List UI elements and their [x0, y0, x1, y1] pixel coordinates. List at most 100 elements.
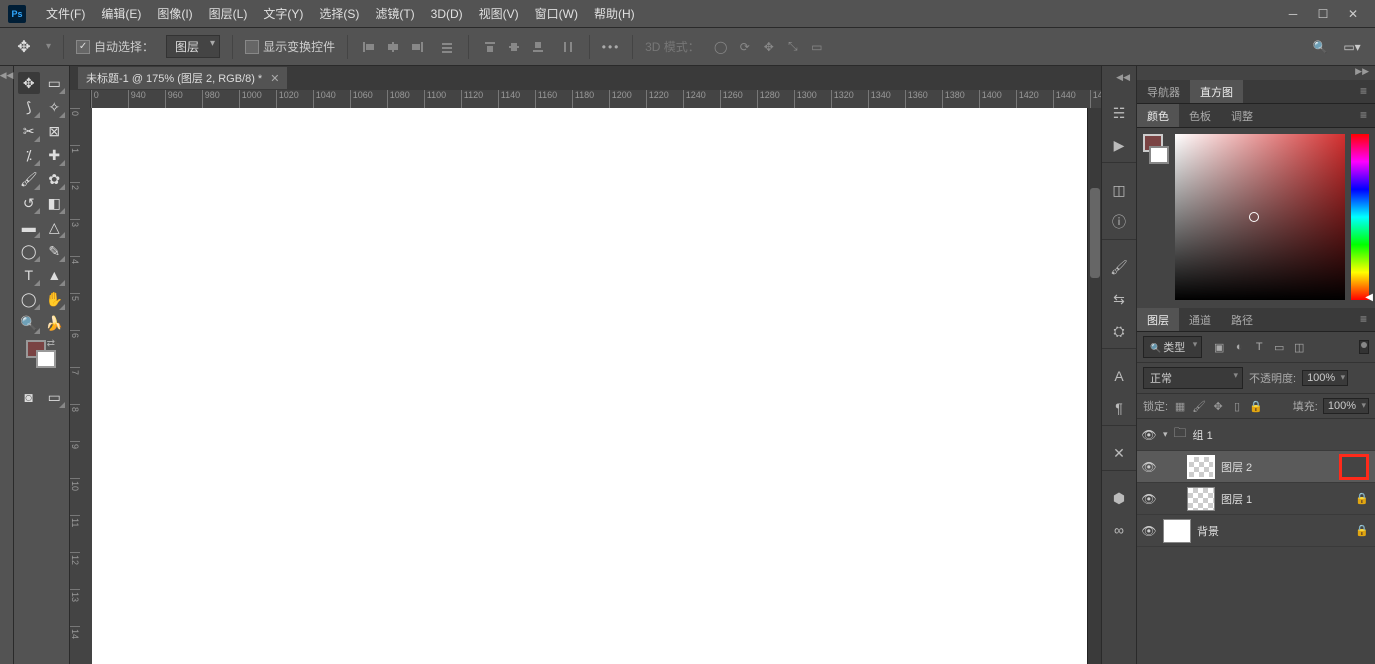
- tab-channels[interactable]: 通道: [1179, 308, 1221, 331]
- path-select-tool[interactable]: ▲: [44, 264, 66, 286]
- filter-pixel-icon[interactable]: ▣: [1212, 340, 1226, 354]
- color-bg-swatch[interactable]: [1149, 146, 1169, 164]
- blend-mode-dropdown[interactable]: 正常: [1143, 367, 1243, 389]
- paragraph-panel-icon[interactable]: ¶: [1108, 397, 1130, 419]
- color-field[interactable]: [1175, 134, 1345, 300]
- visibility-toggle[interactable]: 👁: [1141, 524, 1157, 538]
- active-tool-icon[interactable]: [14, 37, 34, 57]
- layer-name[interactable]: 图层 2: [1221, 459, 1333, 475]
- menu-window[interactable]: 窗口(W): [527, 1, 586, 26]
- layer-row[interactable]: 👁 图层 2: [1137, 451, 1375, 483]
- brushsettings-panel-icon[interactable]: ⇆: [1108, 288, 1130, 310]
- canvas[interactable]: [92, 108, 1087, 664]
- layer-thumbnail[interactable]: [1163, 519, 1191, 543]
- color-swatches[interactable]: ⇄: [22, 340, 61, 380]
- clone-panel-icon[interactable]: ⛭: [1108, 320, 1130, 342]
- menu-type[interactable]: 文字(Y): [255, 1, 311, 26]
- menu-file[interactable]: 文件(F): [38, 1, 93, 26]
- type-tool[interactable]: T: [18, 264, 40, 286]
- hue-cursor[interactable]: ◀: [1365, 292, 1373, 303]
- color-panel-menu-icon[interactable]: ≡: [1352, 104, 1375, 127]
- lock-icon[interactable]: 🔒: [1353, 524, 1371, 537]
- visibility-toggle[interactable]: 👁: [1141, 460, 1157, 474]
- layer-group-row[interactable]: 👁 ▾ 🗀 组 1: [1137, 419, 1375, 451]
- frame-tool[interactable]: ⊠: [44, 120, 66, 142]
- layer-name[interactable]: 图层 1: [1221, 491, 1347, 507]
- document-tab[interactable]: 未标题-1 @ 175% (图层 2, RGB/8) * ✕: [78, 67, 287, 89]
- color-mini-swatches[interactable]: [1143, 134, 1169, 302]
- blur-tool[interactable]: △: [44, 216, 66, 238]
- healing-tool[interactable]: ✚: [44, 144, 66, 166]
- crop-tool[interactable]: ✂: [18, 120, 40, 142]
- dock-collapse[interactable]: ◀◀: [1102, 72, 1136, 86]
- vertical-scrollbar[interactable]: [1087, 108, 1101, 664]
- menu-filter[interactable]: 滤镜(T): [367, 1, 422, 26]
- nav-panel-menu-icon[interactable]: ≡: [1352, 80, 1375, 103]
- lock-artboard-icon[interactable]: ▯: [1230, 399, 1244, 413]
- auto-select-option[interactable]: 自动选择：: [76, 38, 154, 55]
- maximize-button[interactable]: ☐: [1315, 6, 1331, 22]
- tab-paths[interactable]: 路径: [1221, 308, 1263, 331]
- tab-close-icon[interactable]: ✕: [270, 72, 279, 85]
- show-transform-checkbox[interactable]: [245, 40, 259, 54]
- scrollbar-thumb[interactable]: [1090, 188, 1100, 278]
- layer-filter-dropdown[interactable]: 类型: [1143, 336, 1202, 358]
- distribute-top-icon[interactable]: [481, 38, 499, 56]
- screenmode-tool[interactable]: ▭: [44, 386, 66, 408]
- pen-tool[interactable]: ✎: [44, 240, 66, 262]
- tab-adjustments[interactable]: 调整: [1221, 104, 1263, 127]
- filter-type-icon[interactable]: T: [1252, 340, 1266, 354]
- lock-pixels-icon[interactable]: ▦: [1173, 399, 1187, 413]
- tab-color[interactable]: 颜色: [1137, 104, 1179, 127]
- tab-histogram[interactable]: 直方图: [1190, 80, 1243, 103]
- layers-panel-menu-icon[interactable]: ≡: [1352, 308, 1375, 331]
- swap-colors-icon[interactable]: ⇄: [47, 338, 55, 349]
- brush-tool[interactable]: 🖌: [18, 168, 40, 190]
- close-button[interactable]: ✕: [1345, 6, 1361, 22]
- distribute-vcenter-icon[interactable]: [505, 38, 523, 56]
- menu-image[interactable]: 图像(I): [149, 1, 200, 26]
- layer-row[interactable]: 👁 图层 1 🔒: [1137, 483, 1375, 515]
- eraser-tool[interactable]: ◧: [44, 192, 66, 214]
- opacity-input[interactable]: 100%: [1302, 370, 1348, 386]
- align-right-icon[interactable]: [408, 38, 426, 56]
- tab-navigator[interactable]: 导航器: [1137, 80, 1190, 103]
- play-panel-icon[interactable]: ▶: [1108, 134, 1130, 156]
- background-swatch[interactable]: [36, 350, 56, 368]
- layer-name[interactable]: 背景: [1197, 523, 1347, 539]
- auto-select-target-dropdown[interactable]: 图层: [166, 35, 220, 58]
- color-cursor[interactable]: [1249, 212, 1259, 222]
- clone-tool[interactable]: ✿: [44, 168, 66, 190]
- filter-shape-icon[interactable]: ▭: [1272, 340, 1286, 354]
- align-left-icon[interactable]: [360, 38, 378, 56]
- menu-3d[interactable]: 3D(D): [423, 3, 471, 25]
- lock-move-icon[interactable]: ✥: [1211, 399, 1225, 413]
- menu-help[interactable]: 帮助(H): [586, 1, 643, 26]
- eyedropper-tool[interactable]: ⁒: [18, 144, 40, 166]
- menu-layer[interactable]: 图层(L): [201, 1, 256, 26]
- lock-all-icon[interactable]: 🔒: [1249, 399, 1263, 413]
- visibility-toggle[interactable]: 👁: [1141, 492, 1157, 506]
- marquee-tool[interactable]: ▭: [44, 72, 66, 94]
- canvas-viewport[interactable]: [92, 108, 1087, 664]
- tools-panel-icon[interactable]: ✕: [1108, 442, 1130, 464]
- zoom-tool[interactable]: 🔍: [18, 312, 40, 334]
- dodge-tool[interactable]: ◯: [18, 240, 40, 262]
- lasso-tool[interactable]: ⟆: [18, 96, 40, 118]
- character-panel-icon[interactable]: A: [1108, 365, 1130, 387]
- history-panel-icon[interactable]: ☵: [1108, 102, 1130, 124]
- layer-thumbnail[interactable]: [1187, 487, 1215, 511]
- filter-smart-icon[interactable]: ◫: [1292, 340, 1306, 354]
- 3d-panel-icon[interactable]: ⬢: [1108, 487, 1130, 509]
- libraries-panel-icon[interactable]: ∞: [1108, 519, 1130, 541]
- layer-thumbnail[interactable]: [1187, 455, 1215, 479]
- auto-select-checkbox[interactable]: [76, 40, 90, 54]
- history-brush-tool[interactable]: ↺: [18, 192, 40, 214]
- move-tool[interactable]: ✥: [18, 72, 40, 94]
- brush-panel-icon[interactable]: 🖌: [1108, 256, 1130, 278]
- lock-position-icon[interactable]: 🖌: [1192, 399, 1206, 413]
- hand-tool[interactable]: ✋: [44, 288, 66, 310]
- search-icon[interactable]: 🔍: [1311, 38, 1329, 56]
- menu-select[interactable]: 选择(S): [311, 1, 367, 26]
- menu-view[interactable]: 视图(V): [471, 1, 527, 26]
